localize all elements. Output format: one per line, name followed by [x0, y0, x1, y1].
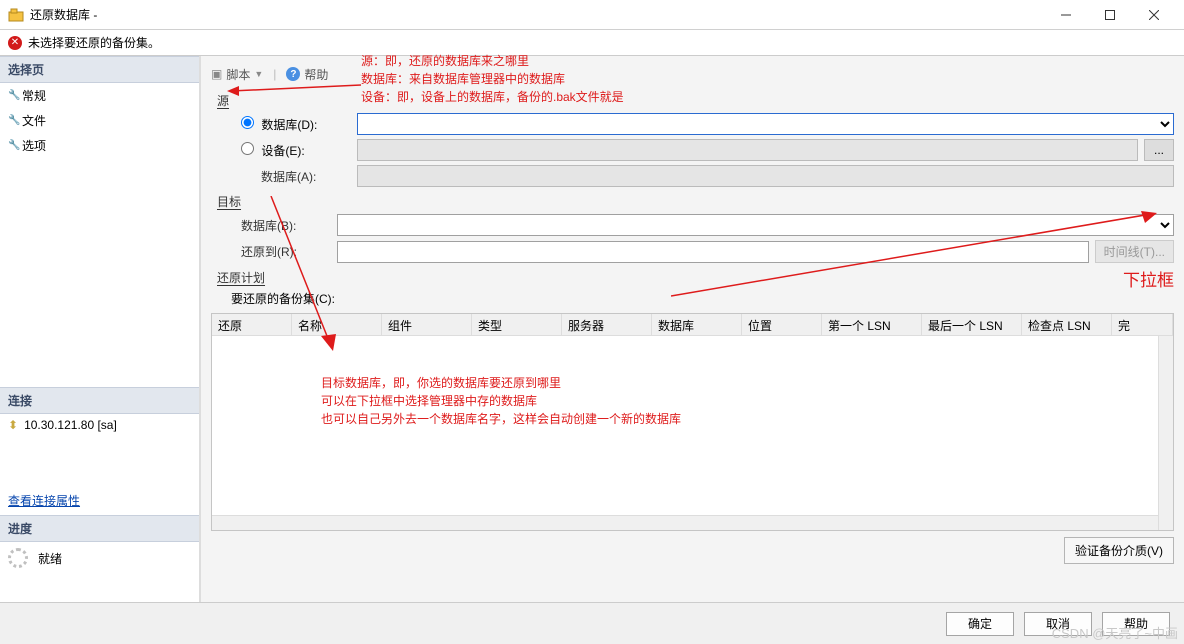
- source-db-radio[interactable]: 数据库(D):: [241, 116, 351, 133]
- server-icon: ⬍: [8, 418, 18, 432]
- target-header: 目标: [217, 193, 1174, 210]
- sidebar-item-label: 常规: [22, 87, 46, 104]
- app-icon: [8, 7, 24, 23]
- connection-info: ⬍ 10.30.121.80 [sa]: [0, 414, 199, 436]
- help-icon: ?: [286, 67, 300, 81]
- connection-header: 连接: [0, 387, 199, 414]
- timeline-button[interactable]: 时间线(T)...: [1095, 240, 1174, 263]
- source-header: 源: [217, 92, 1174, 109]
- sidebar-item-label: 选项: [22, 137, 46, 154]
- col-component[interactable]: 组件: [382, 314, 472, 335]
- titlebar: 还原数据库 -: [0, 0, 1184, 30]
- ok-button[interactable]: 确定: [946, 612, 1014, 636]
- spinner-icon: [8, 548, 28, 568]
- sidebar-item-label: 文件: [22, 112, 46, 129]
- col-first-lsn[interactable]: 第一个 LSN: [822, 314, 922, 335]
- wrench-icon: 🔧: [8, 90, 18, 101]
- col-server[interactable]: 服务器: [562, 314, 652, 335]
- device-path-input: [357, 139, 1138, 161]
- backup-sets-table: 还原 名称 组件 类型 服务器 数据库 位置 第一个 LSN 最后一个 LSN …: [211, 313, 1174, 531]
- sidebar: 选择页 🔧 常规 🔧 文件 🔧 选项 连接 ⬍ 10.30.121.80 [sa…: [0, 56, 200, 602]
- col-name[interactable]: 名称: [292, 314, 382, 335]
- verify-media-button[interactable]: 验证备份介质(V): [1064, 537, 1174, 564]
- browse-device-button[interactable]: ...: [1144, 139, 1174, 161]
- source-device-radio-label: 设备(E):: [261, 144, 304, 158]
- sidebar-item-options[interactable]: 🔧 选项: [0, 133, 199, 158]
- toolbar-separator: |: [273, 67, 276, 81]
- source-db-combo[interactable]: [357, 113, 1174, 135]
- col-database[interactable]: 数据库: [652, 314, 742, 335]
- close-button[interactable]: [1132, 1, 1176, 29]
- toolbar: ▣ 脚本 ▼ | ? 帮助: [211, 62, 1174, 86]
- col-type[interactable]: 类型: [472, 314, 562, 335]
- script-label: 脚本: [226, 66, 250, 83]
- restore-to-input[interactable]: [337, 241, 1089, 263]
- select-page-header: 选择页: [0, 56, 199, 83]
- error-icon: ✕: [8, 36, 22, 50]
- sidebar-item-general[interactable]: 🔧 常规: [0, 83, 199, 108]
- col-last-lsn[interactable]: 最后一个 LSN: [922, 314, 1022, 335]
- target-db-label: 数据库(B):: [241, 217, 331, 234]
- source-db-radio-label: 数据库(D):: [261, 118, 317, 132]
- col-full[interactable]: 完: [1112, 314, 1173, 335]
- source-db-a-label: 数据库(A):: [261, 168, 351, 185]
- sidebar-item-files[interactable]: 🔧 文件: [0, 108, 199, 133]
- script-icon: ▣: [211, 67, 222, 81]
- connection-text: 10.30.121.80 [sa]: [24, 418, 117, 432]
- vertical-scrollbar[interactable]: [1158, 336, 1173, 530]
- horizontal-scrollbar[interactable]: [212, 515, 1158, 530]
- script-button[interactable]: ▣ 脚本 ▼: [211, 66, 263, 83]
- content-area: ▣ 脚本 ▼ | ? 帮助 源 数据库(D): 设备(E):: [200, 56, 1184, 602]
- error-bar: ✕ 未选择要还原的备份集。: [0, 30, 1184, 56]
- source-db-radio-input[interactable]: [241, 116, 254, 129]
- target-db-combo[interactable]: [337, 214, 1174, 236]
- progress-row: 就绪: [0, 542, 199, 574]
- view-connection-props-link[interactable]: 查看连接属性: [0, 486, 199, 515]
- source-device-radio-input[interactable]: [241, 142, 254, 155]
- minimize-button[interactable]: [1044, 1, 1088, 29]
- table-header-row: 还原 名称 组件 类型 服务器 数据库 位置 第一个 LSN 最后一个 LSN …: [212, 314, 1173, 336]
- col-position[interactable]: 位置: [742, 314, 822, 335]
- help-label: 帮助: [304, 66, 328, 83]
- col-restore[interactable]: 还原: [212, 314, 292, 335]
- plan-header: 还原计划: [217, 269, 1174, 286]
- wrench-icon: 🔧: [8, 140, 18, 151]
- plan-sets-label: 要还原的备份集(C):: [231, 290, 1174, 307]
- help-button[interactable]: ? 帮助: [286, 66, 328, 83]
- progress-header: 进度: [0, 515, 199, 542]
- maximize-button[interactable]: [1088, 1, 1132, 29]
- dialog-button-bar: 确定 取消 帮助: [0, 602, 1184, 644]
- source-db-a-combo: [357, 165, 1174, 187]
- progress-text: 就绪: [38, 550, 62, 567]
- restore-to-label: 还原到(R):: [241, 243, 331, 260]
- watermark: CSDN @天亮了~中画: [1052, 623, 1178, 642]
- dropdown-arrow-icon: ▼: [254, 69, 263, 79]
- wrench-icon: 🔧: [8, 115, 18, 126]
- window-title: 还原数据库 -: [30, 6, 1044, 23]
- source-device-radio[interactable]: 设备(E):: [241, 142, 351, 159]
- col-check-lsn[interactable]: 检查点 LSN: [1022, 314, 1112, 335]
- error-text: 未选择要还原的备份集。: [28, 34, 160, 51]
